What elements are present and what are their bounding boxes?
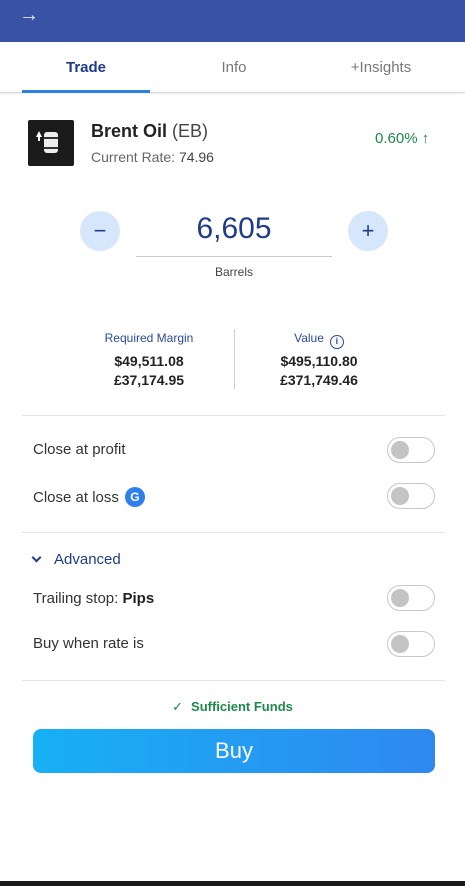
required-margin-label: Required Margin [104, 331, 194, 345]
instrument-name: Brent Oil [91, 121, 168, 141]
quantity-unit: Barrels [214, 265, 253, 279]
divider [22, 415, 445, 416]
tab-trade[interactable]: Trade [22, 42, 150, 93]
buy-button[interactable]: Buy [33, 729, 435, 773]
back-arrow-icon[interactable]: → [19, 5, 39, 25]
advanced-label: Advanced [54, 551, 121, 568]
oil-barrel-icon [28, 120, 74, 166]
value-gbp: £371,749.46 [280, 372, 358, 388]
tab-insights-label: +Insights [350, 59, 412, 76]
trailing-stop-text: Trailing stop: [33, 590, 119, 607]
tab-bar: Trade Info +Insights [0, 42, 465, 93]
required-margin-usd: $49,511.08 [114, 353, 184, 369]
close-at-loss-text: Close at loss [33, 489, 119, 506]
instrument-title: Brent Oil (EB) [91, 121, 208, 142]
quantity-underline [136, 256, 332, 257]
sufficient-funds: ✓ Sufficient Funds [0, 699, 465, 715]
current-rate-label: Current Rate: [91, 149, 176, 165]
guaranteed-icon[interactable]: G [124, 487, 145, 507]
close-at-loss-toggle[interactable] [387, 483, 435, 509]
tab-insights[interactable]: +Insights [316, 42, 446, 92]
active-tab-indicator [22, 90, 150, 93]
top-bar: → [0, 0, 465, 42]
toggle-knob [391, 487, 409, 505]
trailing-stop-toggle[interactable] [387, 585, 435, 611]
info-icon[interactable]: i [329, 335, 344, 349]
close-at-profit-toggle[interactable] [387, 437, 435, 463]
advanced-toggle[interactable]: Advanced [31, 551, 121, 568]
check-icon: ✓ [172, 699, 184, 714]
value-usd: $495,110.80 [280, 353, 358, 369]
tab-trade-label: Trade [65, 59, 107, 76]
quantity-input[interactable]: 6,605 [136, 212, 332, 246]
value-label: Value i [249, 331, 389, 349]
price-change: 0.60% ↑ [375, 130, 430, 147]
close-at-profit-label: Close at profit [33, 441, 126, 458]
toggle-knob [391, 635, 409, 653]
tab-info-label: Info [221, 59, 247, 76]
toggle-knob [391, 441, 409, 459]
current-rate-value: 74.96 [178, 149, 214, 165]
trailing-stop-label: Trailing stop: Pips [33, 590, 154, 607]
margin-divider [234, 329, 235, 389]
divider [22, 532, 445, 533]
divider [22, 680, 445, 681]
current-rate: Current Rate: 74.96 [91, 149, 214, 165]
buy-when-rate-label: Buy when rate is [33, 635, 144, 652]
trailing-stop-unit: Pips [122, 590, 155, 607]
instrument-code: (EB) [172, 121, 209, 141]
required-margin-gbp: £37,174.95 [113, 372, 185, 388]
increase-quantity-button[interactable]: + [348, 211, 388, 251]
value-label-text: Value [294, 331, 324, 345]
toggle-knob [391, 589, 409, 607]
chevron-down-icon [31, 552, 42, 563]
close-at-loss-label: Close at loss G [33, 487, 145, 507]
sufficient-funds-text: Sufficient Funds [191, 699, 293, 714]
decrease-quantity-button[interactable]: − [80, 211, 120, 251]
bottom-bar [0, 881, 465, 886]
buy-when-rate-toggle[interactable] [387, 631, 435, 657]
tab-info[interactable]: Info [170, 42, 298, 92]
